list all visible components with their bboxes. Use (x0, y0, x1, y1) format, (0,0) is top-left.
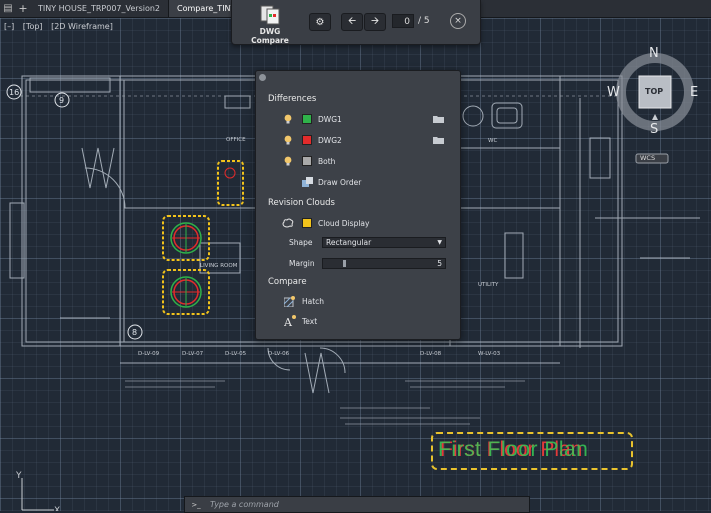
cloud-color-swatch[interactable] (302, 218, 312, 228)
dwg1-color-swatch[interactable] (302, 114, 312, 124)
ucs-icon: Y X (15, 471, 60, 511)
lightbulb-icon[interactable] (284, 135, 292, 145)
both-row: Both (256, 154, 460, 168)
room-label-wc: WC (488, 138, 497, 144)
text-label: Text (302, 316, 318, 326)
svg-text:A: A (284, 316, 293, 327)
margin-label: Margin (289, 259, 315, 268)
title-dwg1: First Floor Plan (438, 438, 589, 461)
svg-text:Y: Y (15, 471, 22, 481)
chevron-down-icon: ▼ (437, 239, 442, 246)
dwg-compare-button[interactable]: DWG Compare (240, 4, 300, 45)
text-row[interactable]: A Text (256, 314, 460, 328)
both-label: Both (318, 156, 336, 166)
door-tag: D-LV-08 (420, 351, 442, 357)
dwg-compare-icon (260, 5, 280, 25)
compass-ring[interactable] (612, 48, 698, 166)
change-index-input[interactable]: 0 (392, 14, 414, 28)
compass-west[interactable]: W (607, 85, 620, 100)
grid-bubble-9: 9 (59, 96, 64, 105)
arrow-left-icon: 🡨 (347, 15, 357, 27)
previous-change-button[interactable]: 🡨 (341, 13, 363, 31)
revision-cloud-icon[interactable] (282, 218, 294, 228)
dwg2-color-swatch[interactable] (302, 135, 312, 145)
new-tab-button[interactable]: + (16, 0, 30, 17)
gear-icon: ⚙ (315, 16, 325, 28)
command-line: >_ Type a command (184, 496, 530, 513)
shape-value: Rectangular (326, 238, 372, 247)
command-prompt-icon[interactable]: >_ (185, 501, 207, 509)
margin-value: 5 (437, 259, 442, 268)
dwg1-label: DWG1 (318, 114, 342, 124)
hatch-icon (284, 295, 295, 307)
draw-order-row[interactable]: Draw Order (256, 175, 460, 189)
revision-clouds-header: Revision Clouds (268, 198, 335, 208)
dwg1-row: DWG1 (256, 112, 460, 126)
counter-separator: / (418, 16, 422, 26)
arrow-right-icon: 🡪 (370, 15, 380, 27)
cloud-display-label: Cloud Display (318, 218, 370, 228)
svg-text:X: X (54, 506, 60, 511)
compare-settings-panel: Differences DWG1 DWG2 Both Draw Order Re… (255, 70, 461, 340)
lightbulb-icon[interactable] (284, 114, 292, 124)
draw-order-icon (302, 176, 313, 187)
change-counter: 0 / 5 (392, 13, 442, 29)
room-label-utility: UTILITY (478, 282, 499, 288)
draw-order-label: Draw Order (318, 177, 362, 187)
next-change-button[interactable]: 🡪 (364, 13, 386, 31)
settings-button[interactable]: ⚙ (309, 13, 331, 31)
room-label-office: OFFICE (226, 137, 246, 143)
grid-bubble-8: 8 (132, 328, 137, 337)
panel-grip-handle[interactable] (259, 74, 266, 81)
door-tag: D-LV-06 (268, 351, 290, 357)
folder-icon[interactable] (433, 136, 444, 144)
door-tag: D-LV-09 (138, 351, 160, 357)
margin-slider[interactable]: 5 (322, 258, 446, 269)
shape-label: Shape (289, 238, 313, 247)
dwg-compare-label: DWG Compare (251, 27, 289, 45)
wcs-menu[interactable]: WCS (640, 154, 655, 162)
shape-dropdown[interactable]: Rectangular ▼ (322, 237, 446, 248)
tab-label: TINY HOUSE_TRP007_Version2 (38, 4, 161, 13)
exit-compare-button[interactable]: × (450, 13, 466, 29)
compass-east[interactable]: E (690, 85, 698, 100)
command-input[interactable]: Type a command (207, 500, 529, 509)
text-icon: A (284, 315, 296, 327)
dwg-compare-toolbar: DWG Compare ⚙ 🡨 🡪 0 / 5 × (231, 0, 481, 45)
differences-header: Differences (268, 94, 317, 104)
folder-icon[interactable] (433, 115, 444, 123)
slider-handle[interactable] (343, 260, 346, 267)
counter-total: 5 (423, 16, 430, 26)
viewcube[interactable]: N S W E TOP WCS (607, 46, 698, 166)
viewcube-top-face[interactable]: TOP (645, 87, 663, 96)
compare-header: Compare (268, 277, 307, 287)
hatch-row[interactable]: Hatch (256, 294, 460, 308)
hatch-label: Hatch (302, 296, 325, 306)
compass-south[interactable]: S (650, 122, 658, 137)
tab-version2[interactable]: TINY HOUSE_TRP007_Version2 (30, 0, 168, 17)
grid-bubble-16: 16 (9, 88, 19, 97)
home-icon[interactable]: ▤ (0, 0, 16, 17)
lightbulb-icon[interactable] (284, 156, 292, 166)
cloud-display-row: Cloud Display (256, 216, 460, 230)
both-color-swatch[interactable] (302, 156, 312, 166)
dwg2-row: DWG2 (256, 133, 460, 147)
room-label-living: LIVING ROOM (200, 263, 238, 269)
door-tag: D-LV-07 (182, 351, 204, 357)
close-icon: × (454, 16, 462, 26)
window-tag: W-LV-03 (478, 351, 501, 357)
dwg2-label: DWG2 (318, 135, 342, 145)
door-tag: D-LV-05 (225, 351, 247, 357)
compass-north[interactable]: N (649, 46, 659, 61)
